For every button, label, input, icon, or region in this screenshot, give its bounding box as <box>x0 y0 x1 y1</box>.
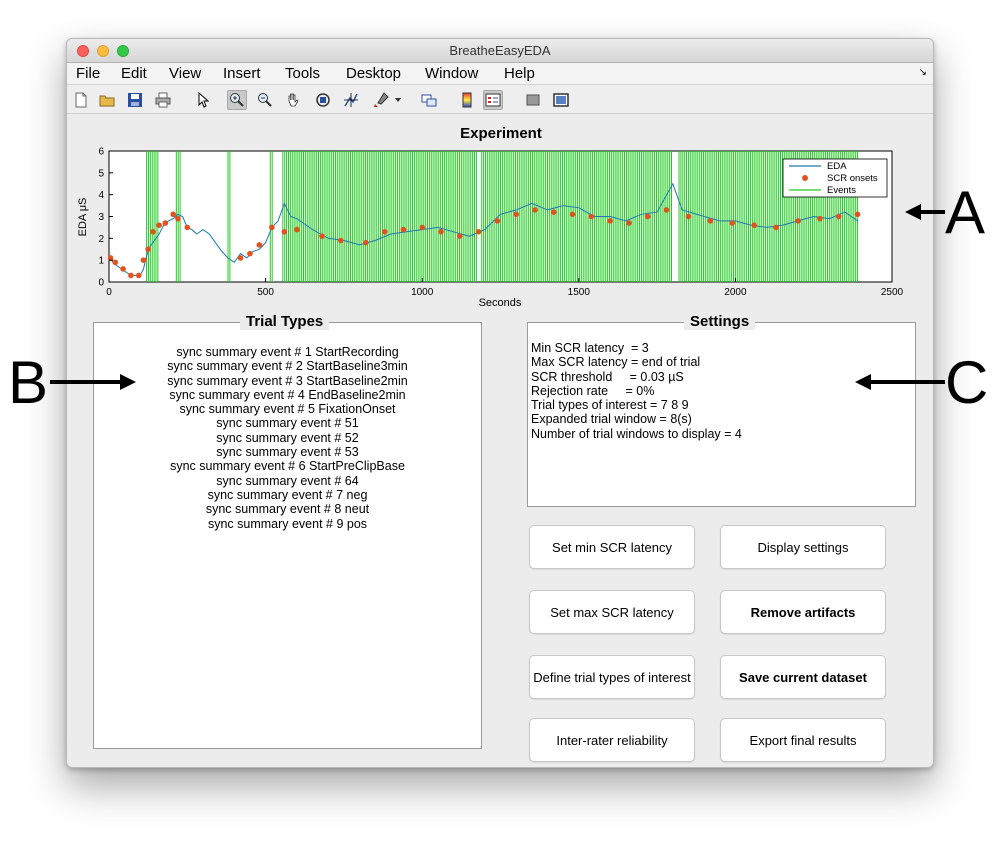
callout-c-label: C <box>945 349 989 416</box>
callout-a-label: A <box>945 179 986 246</box>
callout-b-label: B <box>8 349 49 416</box>
callout-arrows <box>50 204 945 390</box>
